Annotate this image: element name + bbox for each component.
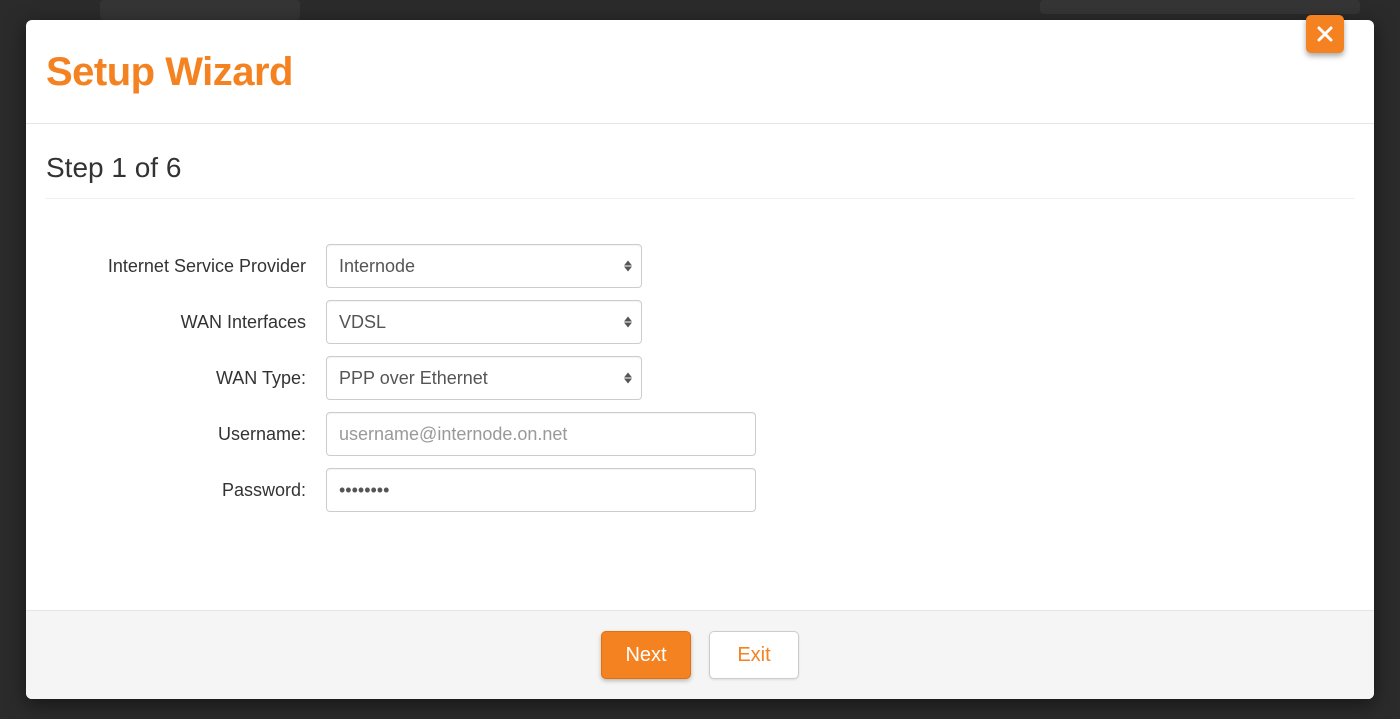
form-row-wan-interfaces: WAN Interfaces VDSL	[46, 300, 1354, 344]
password-input[interactable]	[326, 468, 756, 512]
modal-header: Setup Wizard	[26, 20, 1374, 124]
modal-footer: Next Exit	[26, 610, 1374, 699]
next-button[interactable]: Next	[601, 631, 691, 679]
isp-select-wrapper: Internode	[326, 244, 642, 288]
form-row-isp: Internet Service Provider Internode	[46, 244, 1354, 288]
username-label: Username:	[46, 424, 326, 445]
username-input[interactable]	[326, 412, 756, 456]
close-button[interactable]	[1306, 15, 1344, 53]
form-row-wan-type: WAN Type: PPP over Ethernet	[46, 356, 1354, 400]
wan-type-select[interactable]: PPP over Ethernet	[326, 356, 642, 400]
isp-label: Internet Service Provider	[46, 256, 326, 277]
form-row-password: Password:	[46, 468, 1354, 512]
wan-interfaces-select[interactable]: VDSL	[326, 300, 642, 344]
setup-wizard-modal: Setup Wizard Step 1 of 6 Internet Servic…	[26, 20, 1374, 699]
close-icon	[1317, 26, 1333, 42]
step-heading: Step 1 of 6	[46, 152, 1354, 199]
wan-type-label: WAN Type:	[46, 368, 326, 389]
form-row-username: Username:	[46, 412, 1354, 456]
wan-interfaces-select-wrapper: VDSL	[326, 300, 642, 344]
wan-type-select-wrapper: PPP over Ethernet	[326, 356, 642, 400]
modal-title: Setup Wizard	[46, 50, 1349, 95]
exit-button[interactable]: Exit	[709, 631, 799, 679]
password-label: Password:	[46, 480, 326, 501]
wan-interfaces-label: WAN Interfaces	[46, 312, 326, 333]
modal-body: Step 1 of 6 Internet Service Provider In…	[26, 124, 1374, 610]
isp-select[interactable]: Internode	[326, 244, 642, 288]
